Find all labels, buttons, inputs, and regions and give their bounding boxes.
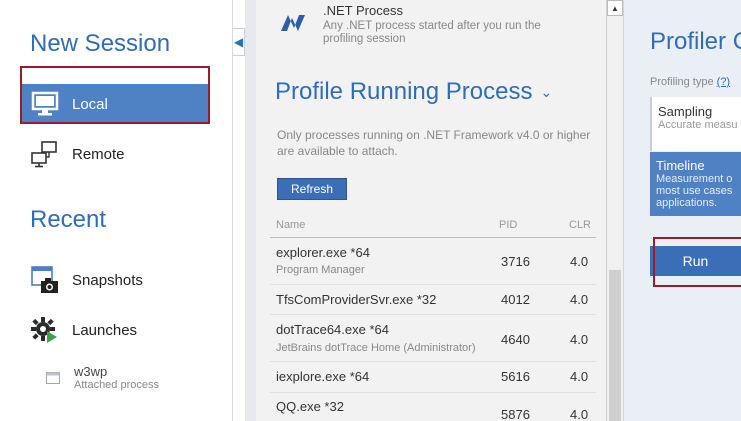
monitor-icon	[30, 89, 60, 119]
column-pid[interactable]: PID	[499, 219, 517, 231]
snapshot-camera-icon	[30, 265, 60, 295]
option-description: Measurement o most use cases application…	[656, 173, 733, 209]
net-process-title[interactable]: .NET Process	[323, 3, 403, 18]
sidebar-item-label: Snapshots	[72, 271, 143, 289]
table-row[interactable]: TfsComProviderSvr.exe *32 4012 4.0	[270, 292, 596, 314]
option-timeline[interactable]: Timeline Measurement o most use cases ap…	[650, 152, 741, 216]
scroll-thumb[interactable]	[609, 270, 621, 421]
table-row[interactable]: explorer.exe *64 Program Manager 3716 4.…	[270, 245, 596, 281]
process-table-header: Name PID CLR	[270, 216, 596, 238]
column-name[interactable]: Name	[276, 219, 305, 231]
recent-title: Recent	[30, 206, 107, 233]
vertical-scrollbar[interactable]: ▲	[606, 0, 623, 421]
profiling-type-text: Profiling type	[650, 76, 714, 88]
scroll-up-arrow-icon[interactable]: ▲	[607, 0, 623, 16]
option-sampling[interactable]: Sampling Accurate measu cases	[650, 97, 741, 151]
process-pid: 5876	[501, 407, 530, 421]
table-row[interactable]: dotTrace64.exe *64 JetBrains dotTrace Ho…	[270, 322, 596, 360]
table-row[interactable]: iexplore.exe *64 5616 4.0	[270, 369, 596, 391]
collapse-sidebar-button[interactable]: ◀	[233, 28, 245, 56]
profile-running-process-title[interactable]: Profile Running Process ⌄	[275, 78, 552, 106]
run-button[interactable]: Run	[650, 246, 741, 276]
process-window-icon	[46, 371, 60, 389]
history-item-name: w3wp	[74, 364, 108, 379]
process-name: explorer.exe *64	[276, 245, 370, 260]
recent-item-launches[interactable]: Launches	[22, 310, 210, 350]
history-item-w3wp[interactable]: w3wp Attached process	[46, 364, 159, 391]
sidebar-item-label: Launches	[72, 321, 138, 339]
chevron-down-icon: ⌄	[540, 83, 553, 100]
sidebar-item-label: Local	[72, 95, 108, 113]
process-clr: 4.0	[570, 407, 589, 421]
column-clr[interactable]: CLR	[569, 219, 591, 231]
process-pid: 4012	[501, 292, 530, 307]
recent-item-snapshots[interactable]: Snapshots	[22, 260, 210, 300]
process-clr: 4.0	[570, 369, 589, 384]
refresh-button[interactable]: Refresh	[277, 178, 347, 200]
process-name: iexplore.exe *64	[276, 369, 370, 384]
process-name: QQ.exe *32	[276, 399, 344, 414]
history-item-sub: Attached process	[74, 379, 159, 391]
profiling-type-help-link[interactable]: (?)	[717, 76, 730, 88]
framework-note: Only processes running on .NET Framework…	[277, 128, 591, 158]
process-window-title: JetBrains dotTrace Home (Administrator)	[276, 342, 476, 354]
sidebar-item-local[interactable]: Local	[22, 84, 210, 124]
process-window-title: Program Manager	[276, 264, 365, 276]
option-title: Sampling	[658, 104, 713, 119]
profiler-config-title: Profiler C	[650, 28, 741, 55]
new-session-title: New Session	[30, 30, 171, 57]
process-clr: 4.0	[570, 332, 589, 347]
remote-computers-icon	[30, 139, 60, 169]
row-divider	[270, 284, 596, 285]
row-divider	[270, 314, 596, 315]
process-pid: 5616	[501, 369, 530, 384]
row-divider	[270, 392, 596, 393]
dotnet-logo-icon	[280, 14, 306, 32]
process-pid: 4640	[501, 332, 530, 347]
sidebar-item-label: Remote	[72, 145, 125, 163]
sidebar-item-remote[interactable]: Remote	[22, 134, 210, 174]
sidebar: New Session Local Remote Recent Snapshot…	[0, 0, 233, 421]
table-row[interactable]: QQ.exe *32 5876 4.0	[270, 399, 596, 421]
process-clr: 4.0	[570, 292, 589, 307]
chevron-left-icon: ◀	[233, 35, 244, 49]
process-name: dotTrace64.exe *64	[276, 322, 389, 337]
option-description: Accurate measu cases	[658, 119, 741, 131]
process-name: TfsComProviderSvr.exe *32	[276, 292, 437, 307]
profile-running-process-label: Profile Running Process	[275, 78, 533, 105]
net-process-description: Any .NET process started after you run t…	[323, 20, 541, 45]
launch-gear-icon	[30, 315, 60, 345]
process-clr: 4.0	[570, 254, 589, 269]
profiling-type-label: Profiling type (?)	[650, 76, 730, 88]
option-title: Timeline	[656, 158, 705, 173]
process-pid: 3716	[501, 254, 530, 269]
row-divider	[270, 361, 596, 362]
